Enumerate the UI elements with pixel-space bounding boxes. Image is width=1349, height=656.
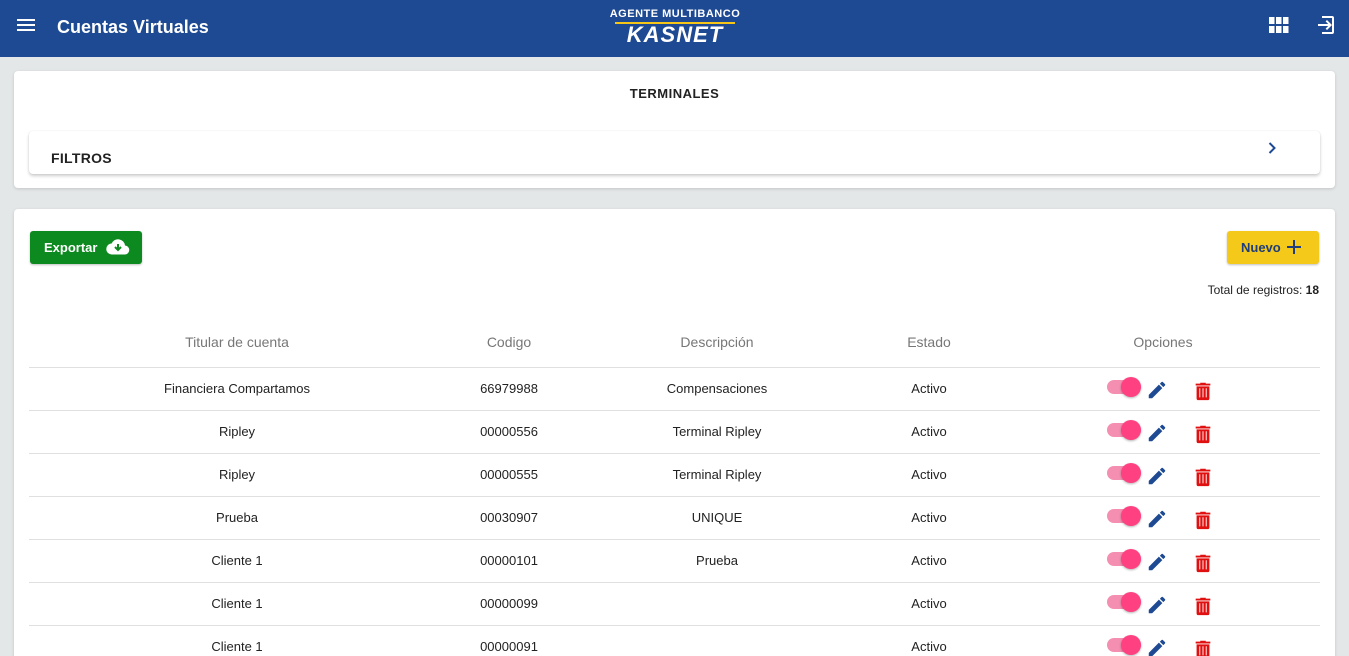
edit-icon[interactable] (1146, 594, 1168, 616)
total-records: Total de registros: 18 (1208, 283, 1319, 297)
export-button[interactable]: Exportar (30, 231, 142, 264)
table-row: Cliente 1 00000091 Activo (29, 626, 1320, 656)
header-estado[interactable]: Estado (849, 334, 1009, 350)
edit-icon[interactable] (1146, 422, 1168, 444)
cell-codigo: 00030907 (480, 510, 538, 525)
edit-icon[interactable] (1146, 379, 1168, 401)
header-codigo[interactable]: Codigo (409, 334, 609, 350)
delete-icon[interactable] (1192, 509, 1214, 531)
terminals-table-card: Exportar Nuevo Total de registros: 18 Ti… (14, 209, 1335, 656)
status-toggle[interactable] (1107, 377, 1141, 397)
cell-descripcion: Prueba (696, 553, 738, 568)
delete-icon[interactable] (1192, 380, 1214, 402)
header-titular[interactable]: Titular de cuenta (97, 334, 377, 350)
cell-titular: Cliente 1 (211, 596, 263, 611)
cell-estado: Activo (911, 639, 947, 654)
cell-estado: Activo (911, 467, 947, 482)
cell-descripcion: UNIQUE (691, 510, 743, 525)
terminals-header-card: TERMINALES FILTROS (14, 71, 1335, 188)
table-row: Ripley 00000555 Terminal Ripley Activo (29, 454, 1320, 497)
cell-titular: Cliente 1 (211, 639, 263, 654)
top-app-bar: Cuentas Virtuales AGENTE MULTIBANCO KASN… (0, 0, 1349, 57)
header-descripcion[interactable]: Descripción (617, 334, 817, 350)
cell-descripcion: Terminal Ripley (672, 467, 762, 482)
edit-icon[interactable] (1146, 465, 1168, 487)
grid-icon[interactable] (1269, 16, 1289, 34)
status-toggle[interactable] (1107, 592, 1141, 612)
logo-tagline: AGENTE MULTIBANCO (609, 8, 741, 20)
toggle-knob (1121, 463, 1141, 483)
edit-icon[interactable] (1146, 637, 1168, 656)
cell-titular: Ripley (218, 467, 256, 482)
cell-titular: Cliente 1 (211, 553, 263, 568)
cell-descripcion: Terminal Ripley (672, 424, 762, 439)
cloud-download-icon (106, 239, 130, 255)
cell-codigo: 00000556 (480, 424, 538, 439)
delete-icon[interactable] (1192, 638, 1214, 656)
header-opciones: Opciones (1133, 334, 1193, 350)
new-button[interactable]: Nuevo (1227, 231, 1319, 264)
chevron-right-icon (1268, 142, 1276, 154)
table-row: Cliente 1 00000099 Activo (29, 583, 1320, 626)
cell-estado: Activo (911, 424, 947, 439)
total-records-value: 18 (1305, 283, 1319, 297)
plus-icon (1287, 240, 1301, 254)
delete-icon[interactable] (1192, 595, 1214, 617)
cell-descripcion: Compensaciones (666, 381, 768, 396)
edit-icon[interactable] (1146, 551, 1168, 573)
toggle-knob (1121, 420, 1141, 440)
kasnet-logo: AGENTE MULTIBANCO KASNET (600, 8, 750, 46)
delete-icon[interactable] (1192, 423, 1214, 445)
menu-icon[interactable] (17, 16, 37, 36)
toggle-knob (1121, 377, 1141, 397)
table-row: Ripley 00000556 Terminal Ripley Activo (29, 411, 1320, 454)
filters-label: FILTROS (51, 150, 112, 166)
table-row: Prueba 00030907 UNIQUE Activo (29, 497, 1320, 540)
cell-titular: Financiera Compartamos (164, 381, 310, 396)
cell-estado: Activo (911, 381, 947, 396)
delete-icon[interactable] (1192, 552, 1214, 574)
cell-titular: Prueba (216, 510, 258, 525)
table-row: Financiera Compartamos 66979988 Compensaci… (29, 368, 1320, 411)
cell-codigo: 66979988 (480, 381, 538, 396)
cell-codigo: 00000101 (480, 553, 538, 568)
status-toggle[interactable] (1107, 635, 1141, 655)
cell-estado: Activo (911, 510, 947, 525)
new-button-label: Nuevo (1241, 240, 1281, 255)
cell-codigo: 00000091 (480, 639, 538, 654)
cell-titular: Ripley (218, 424, 256, 439)
table-body: Financiera Compartamos 66979988 Compensaci… (29, 368, 1320, 656)
toggle-knob (1121, 592, 1141, 612)
status-toggle[interactable] (1107, 549, 1141, 569)
toggle-knob (1121, 549, 1141, 569)
cell-codigo: 00000099 (480, 596, 538, 611)
total-records-label: Total de registros: (1207, 283, 1303, 297)
status-toggle[interactable] (1107, 506, 1141, 526)
filters-panel[interactable]: FILTROS (29, 131, 1320, 174)
table-row: Cliente 1 00000101 Prueba Activo (29, 540, 1320, 583)
delete-icon[interactable] (1192, 466, 1214, 488)
edit-icon[interactable] (1146, 508, 1168, 530)
export-button-label: Exportar (44, 240, 98, 255)
cell-estado: Activo (911, 553, 947, 568)
toggle-knob (1121, 506, 1141, 526)
toggle-knob (1121, 635, 1141, 655)
terminals-table: Titular de cuenta Codigo Descripción Est… (29, 321, 1320, 656)
status-toggle[interactable] (1107, 420, 1141, 440)
table-header: Titular de cuenta Codigo Descripción Est… (29, 321, 1320, 368)
section-title: TERMINALES (629, 86, 720, 101)
cell-codigo: 00000555 (480, 467, 538, 482)
cell-estado: Activo (911, 596, 947, 611)
app-title: Cuentas Virtuales (57, 17, 209, 37)
logo-wordmark: KASNET (626, 22, 724, 47)
exit-icon[interactable] (1313, 13, 1337, 37)
status-toggle[interactable] (1107, 463, 1141, 483)
